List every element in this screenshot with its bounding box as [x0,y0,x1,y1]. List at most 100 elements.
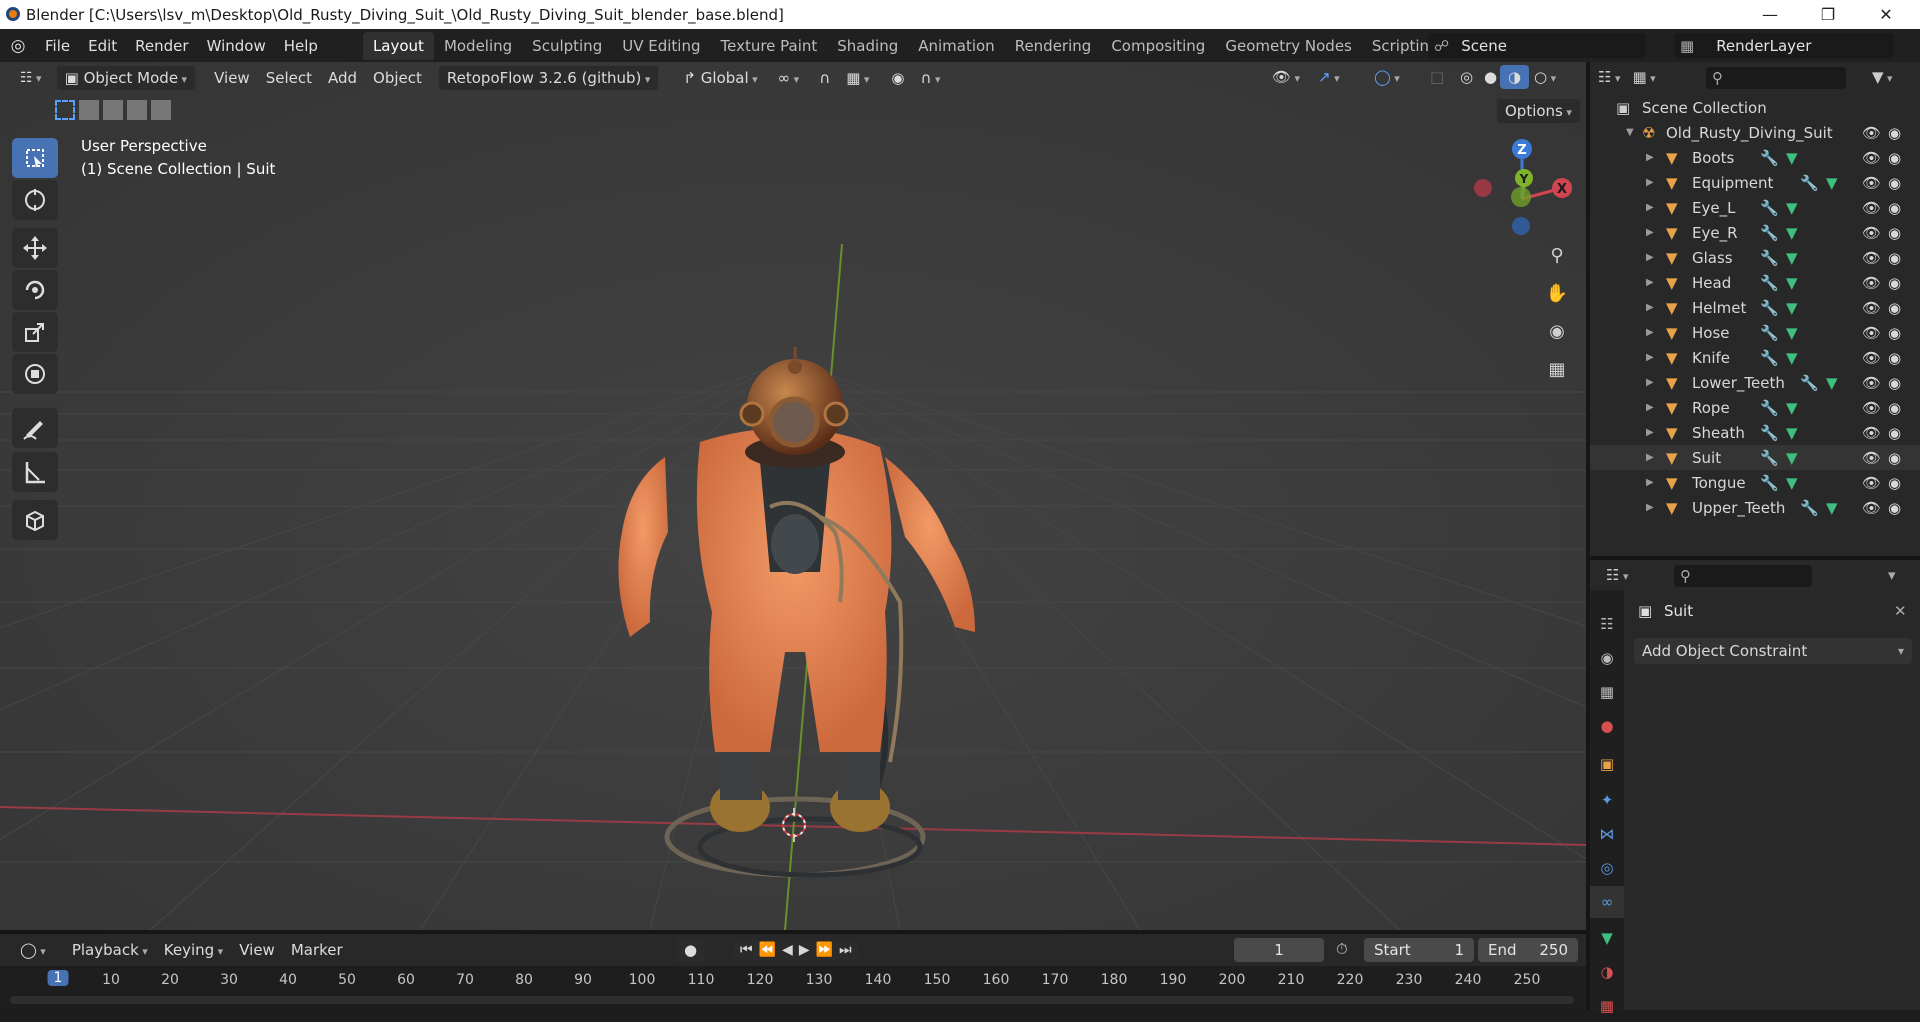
mesh-data-icon[interactable]: ▼ [1786,449,1798,467]
properties-options-icon[interactable]: ▾ [1888,566,1896,584]
outliner-item-helmet[interactable]: ▶ ▼ Helmet 🔧 ▼ 👁 ◉ [1590,295,1920,320]
display-mode-icon[interactable]: ▦ [1632,68,1655,86]
outliner-item-sheath[interactable]: ▶ ▼ Sheath 🔧 ▼ 👁 ◉ [1590,420,1920,445]
tab-particles-icon[interactable]: ⋈ [1590,818,1624,850]
expand-arrow-icon[interactable]: ▶ [1646,352,1654,363]
3d-viewport[interactable]: Z Y X User Perspective (1) Scene Collect… [0,62,1586,930]
jump-start-icon[interactable]: ⏮ [740,942,753,958]
menu-render[interactable]: Render [126,37,197,55]
rotate-tool[interactable] [12,270,58,310]
mesh-data-icon[interactable]: ▼ [1786,299,1798,317]
select-menu[interactable]: Select [258,66,320,90]
render-camera-icon[interactable]: ◉ [1888,124,1901,142]
mesh-data-icon[interactable]: ▼ [1786,474,1798,492]
render-camera-icon[interactable]: ◉ [1888,324,1901,342]
visibility-eye-icon[interactable]: 👁 [1862,399,1881,417]
pan-hand-icon[interactable]: ✋ [1540,276,1574,310]
blender-menu-icon[interactable]: ◎ [0,36,36,56]
tab-data-icon[interactable]: ▼ [1590,922,1624,954]
mesh-data-icon[interactable]: ▼ [1786,324,1798,342]
menu-edit[interactable]: Edit [79,37,126,55]
view-layer-selector[interactable]: ▦ RenderLayer [1674,33,1894,58]
expand-arrow-icon[interactable]: ▶ [1646,227,1654,238]
xray-toggle-icon[interactable]: □ [1422,65,1452,89]
cursor-tool[interactable] [12,180,58,220]
outliner-item-upper-teeth[interactable]: ▶ ▼ Upper_Teeth 🔧 ▼ 👁 ◉ [1590,495,1920,520]
annotate-tool[interactable] [12,408,58,448]
end-frame-field[interactable]: End 250 [1478,938,1578,962]
tab-modifier-icon[interactable]: ✦ [1590,784,1624,816]
record-button-icon[interactable]: ● [676,938,706,962]
add-menu[interactable]: Add [320,66,365,90]
tab-geometry-nodes[interactable]: Geometry Nodes [1215,32,1362,60]
prev-keyframe-icon[interactable]: ⏪ [759,942,776,958]
tab-constraints-icon[interactable]: ∞ [1590,886,1624,918]
modifier-wrench-icon[interactable]: 🔧 [1760,474,1779,492]
view-menu[interactable]: View [206,66,258,90]
render-camera-icon[interactable]: ◉ [1888,199,1901,217]
expand-arrow-icon[interactable]: ▶ [1646,502,1654,513]
render-camera-icon[interactable]: ◉ [1888,249,1901,267]
expand-arrow-icon[interactable]: ▶ [1646,427,1654,438]
visibility-eye-icon[interactable]: 👁 [1862,324,1881,342]
measure-tool[interactable] [12,452,58,492]
modifier-wrench-icon[interactable]: 🔧 [1760,249,1779,267]
tab-sculpting[interactable]: Sculpting [522,32,612,60]
outliner-item-equipment[interactable]: ▶ ▼ Equipment 🔧 ▼ 👁 ◉ [1590,170,1920,195]
render-camera-icon[interactable]: ◉ [1888,174,1901,192]
outliner-item-head[interactable]: ▶ ▼ Head 🔧 ▼ 👁 ◉ [1590,270,1920,295]
object-menu[interactable]: Object [365,66,430,90]
tab-shading[interactable]: Shading [827,32,908,60]
visibility-eye-icon[interactable]: 👁 [1862,199,1881,217]
menu-help[interactable]: Help [275,37,327,55]
mesh-data-icon[interactable]: ▼ [1826,374,1838,392]
restore-button[interactable]: ❐ [1800,0,1856,29]
transform-orientation-selector[interactable]: ↱ Global [675,66,765,90]
play-icon[interactable]: ▶ [799,942,810,958]
keying-menu[interactable]: Keying [156,938,231,962]
minimize-button[interactable]: — [1742,0,1798,29]
add-cube-tool[interactable] [12,500,58,540]
outliner-item-suit[interactable]: ▶ ▼ Suit 🔧 ▼ 👁 ◉ [1590,445,1920,470]
pivot-point-icon[interactable]: ∞ [770,66,808,90]
modifier-wrench-icon[interactable]: 🔧 [1760,274,1779,292]
mesh-data-icon[interactable]: ▼ [1786,399,1798,417]
visibility-eye-icon[interactable]: 👁 [1862,224,1881,242]
select-intersect-icon[interactable] [151,100,171,120]
move-tool[interactable] [12,228,58,268]
tab-layout[interactable]: Layout [362,31,434,60]
modifier-wrench-icon[interactable]: 🔧 [1800,499,1819,517]
select-subtract-icon[interactable] [103,100,123,120]
modifier-wrench-icon[interactable]: 🔧 [1760,349,1779,367]
mesh-data-icon[interactable]: ▼ [1786,349,1798,367]
scene-selector[interactable]: ☍ Scene [1428,33,1646,58]
mesh-data-icon[interactable]: ▼ [1826,174,1838,192]
retopoflow-menu[interactable]: RetopoFlow 3.2.6 (github) [437,65,660,91]
expand-arrow-icon[interactable]: ▶ [1646,277,1654,288]
next-keyframe-icon[interactable]: ⏩ [816,942,833,958]
proportional-editing-icon[interactable]: ◉ [883,66,912,90]
tab-compositing[interactable]: Compositing [1101,32,1215,60]
outliner-item-rope[interactable]: ▶ ▼ Rope 🔧 ▼ 👁 ◉ [1590,395,1920,420]
outliner-item-tongue[interactable]: ▶ ▼ Tongue 🔧 ▼ 👁 ◉ [1590,470,1920,495]
visibility-eye-icon[interactable]: 👁 [1862,424,1881,442]
menu-file[interactable]: File [36,37,79,55]
visibility-eye-icon[interactable]: 👁 [1862,124,1881,142]
expand-arrow-icon[interactable]: ▶ [1646,377,1654,388]
timeline-editor-icon[interactable]: ◯ [12,938,54,962]
mesh-data-icon[interactable]: ▼ [1786,224,1798,242]
tab-texture-icon[interactable]: ▦ [1590,990,1624,1022]
add-object-constraint-button[interactable]: Add Object Constraint ▾ [1634,638,1912,664]
mesh-data-icon[interactable]: ▼ [1826,499,1838,517]
visibility-eye-icon[interactable]: 👁 [1862,349,1881,367]
expand-arrow-icon[interactable]: ▶ [1646,452,1654,463]
scale-tool[interactable] [12,312,58,352]
tab-physics-icon[interactable]: ◎ [1590,852,1624,884]
gizmo-toggle-icon[interactable]: ↗ [1310,65,1348,89]
modifier-wrench-icon[interactable]: 🔧 [1760,199,1779,217]
render-camera-icon[interactable]: ◉ [1888,424,1901,442]
tab-rendering[interactable]: Rendering [1005,32,1102,60]
current-frame-field[interactable]: 1 [1234,938,1324,962]
timeline-scrollbar[interactable] [10,996,1574,1004]
modifier-wrench-icon[interactable]: 🔧 [1760,399,1779,417]
